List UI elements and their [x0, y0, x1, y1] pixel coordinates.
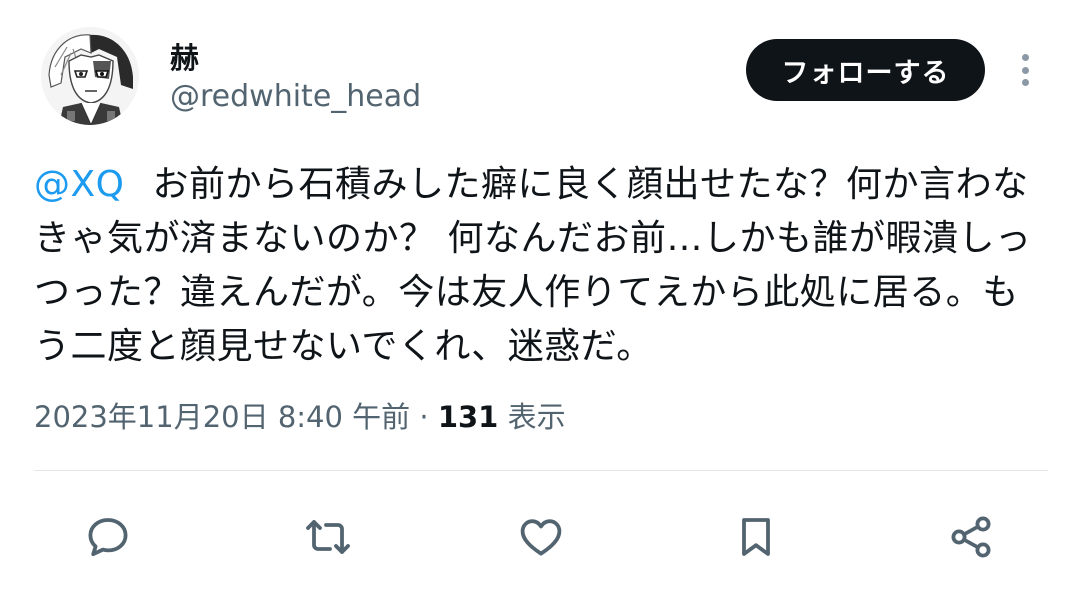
user-handle[interactable]: @redwhite_head — [170, 78, 421, 116]
views-count[interactable]: 131 — [438, 400, 499, 434]
follow-button-label: フォローする — [781, 57, 950, 89]
more-vertical-icon-dot — [1021, 66, 1029, 74]
retweet-button[interactable] — [302, 511, 354, 563]
more-options-button[interactable] — [1010, 48, 1040, 92]
reply-icon — [88, 518, 128, 557]
bookmark-icon — [742, 518, 770, 556]
mention-link[interactable]: @XQ — [34, 164, 125, 205]
more-vertical-icon-dot — [1021, 54, 1029, 61]
display-name[interactable]: 赫 — [170, 40, 199, 76]
avatar[interactable] — [41, 27, 139, 125]
share-icon — [951, 516, 991, 558]
tweet-text: @XQ お前から石積みした癖に良く顔出せたな？何か言わなきゃ気が済まないのか？ 何… — [34, 158, 1044, 374]
more-vertical-icon-dot — [1021, 79, 1029, 86]
anime-character-avatar-icon — [41, 27, 139, 125]
views-label: 表示 — [498, 400, 566, 434]
tweet-meta: 2023年11月20日 8:40 午前 · 131 表示 — [34, 397, 566, 437]
divider — [34, 470, 1048, 471]
meta-separator: · — [410, 400, 438, 434]
like-icon — [520, 519, 562, 556]
tweet-body: お前から石積みした癖に良く顔出せたな？何か言わなきゃ気が済まないのか？ 何なんだ… — [34, 164, 1032, 367]
reply-button[interactable] — [82, 511, 134, 563]
like-button[interactable] — [515, 511, 567, 563]
bookmark-button[interactable] — [730, 511, 782, 563]
follow-button[interactable]: フォローする — [746, 39, 985, 101]
retweet-icon — [306, 520, 350, 554]
share-button[interactable] — [945, 511, 997, 563]
tweet-timestamp[interactable]: 2023年11月20日 8:40 午前 — [34, 400, 410, 434]
